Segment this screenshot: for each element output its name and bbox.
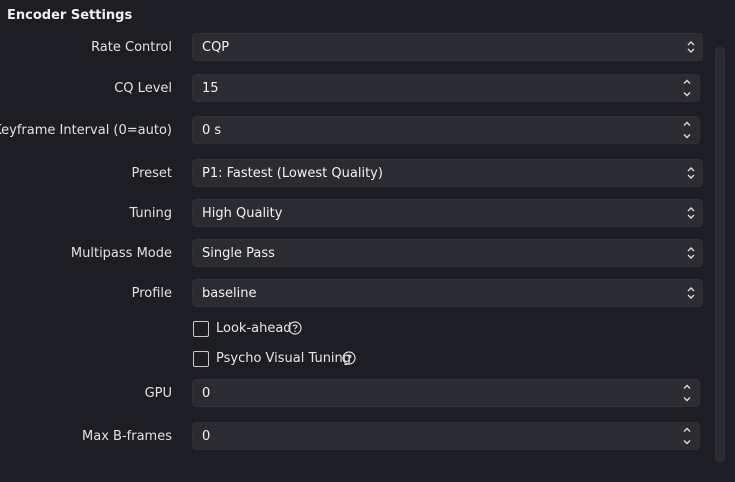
cq-level-row: CQ Level 15	[0, 74, 720, 106]
question-circle-icon[interactable]	[288, 321, 302, 335]
tuning-combobox[interactable]: High Quality	[192, 199, 703, 227]
max-bframes-row: Max B-frames 0	[0, 422, 720, 454]
profile-combobox[interactable]: baseline	[192, 279, 703, 307]
up-down-chevron-icon	[686, 38, 696, 56]
cq-level-spinbox[interactable]: 15	[192, 74, 700, 102]
up-down-chevron-icon	[686, 164, 696, 182]
rate-control-row: Rate Control CQP	[0, 33, 720, 65]
up-down-chevron-icon	[686, 284, 696, 302]
keyframe-interval-spinbox[interactable]: 0 s	[192, 116, 700, 144]
keyframe-interval-value: 0 s	[202, 123, 222, 138]
multipass-mode-label: Multipass Mode	[70, 246, 172, 261]
question-circle-icon[interactable]	[342, 351, 356, 365]
psycho-visual-tuning-checkbox[interactable]	[193, 351, 209, 367]
look-ahead-checkbox[interactable]	[193, 321, 209, 337]
chevron-up-icon[interactable]	[681, 381, 693, 393]
cq-level-spin-buttons	[681, 75, 693, 101]
tuning-row: Tuning High Quality	[0, 199, 720, 231]
gpu-value: 0	[202, 386, 211, 401]
max-bframes-value: 0	[202, 429, 211, 444]
vertical-scrollbar[interactable]	[715, 47, 725, 463]
chevron-up-icon[interactable]	[681, 424, 693, 436]
max-bframes-spinbox[interactable]: 0	[192, 422, 700, 450]
tuning-value: High Quality	[202, 206, 283, 221]
tuning-label: Tuning	[129, 206, 172, 221]
chevron-down-icon[interactable]	[681, 393, 693, 405]
max-bframes-spin-buttons	[681, 423, 693, 449]
look-ahead-label[interactable]: Look-ahead	[216, 320, 292, 338]
profile-value: baseline	[202, 286, 257, 301]
gpu-spinbox[interactable]: 0	[192, 379, 700, 407]
chevron-up-icon[interactable]	[681, 76, 693, 88]
keyframe-interval-row: Keyframe Interval (0=auto) 0 s	[0, 116, 720, 148]
chevron-down-icon[interactable]	[681, 88, 693, 100]
chevron-down-icon[interactable]	[681, 436, 693, 448]
look-ahead-checkbox-row[interactable]: Look-ahead	[193, 320, 313, 340]
chevron-down-icon[interactable]	[681, 130, 693, 142]
keyframe-interval-label: Keyframe Interval (0=auto)	[0, 123, 172, 138]
preset-combobox[interactable]: P1: Fastest (Lowest Quality)	[192, 159, 703, 187]
cq-level-label: CQ Level	[114, 81, 172, 96]
multipass-mode-value: Single Pass	[202, 246, 275, 261]
section-title: Encoder Settings	[7, 8, 133, 23]
psycho-visual-tuning-checkbox-row[interactable]: Psycho Visual Tuning	[193, 350, 363, 370]
preset-value: P1: Fastest (Lowest Quality)	[202, 166, 383, 181]
profile-label: Profile	[131, 286, 172, 301]
profile-row: Profile baseline	[0, 279, 720, 311]
rate-control-label: Rate Control	[91, 40, 172, 55]
preset-label: Preset	[131, 166, 172, 181]
keyframe-interval-spin-buttons	[681, 117, 693, 143]
multipass-mode-row: Multipass Mode Single Pass	[0, 239, 720, 271]
cq-level-value: 15	[202, 81, 219, 96]
max-bframes-label: Max B-frames	[82, 429, 172, 444]
rate-control-value: CQP	[202, 40, 230, 55]
psycho-visual-tuning-label[interactable]: Psycho Visual Tuning	[216, 350, 351, 368]
gpu-label: GPU	[144, 386, 172, 401]
multipass-mode-combobox[interactable]: Single Pass	[192, 239, 703, 267]
gpu-row: GPU 0	[0, 379, 720, 411]
up-down-chevron-icon	[686, 204, 696, 222]
rate-control-combobox[interactable]: CQP	[192, 33, 703, 61]
up-down-chevron-icon	[686, 244, 696, 262]
chevron-up-icon[interactable]	[681, 118, 693, 130]
preset-row: Preset P1: Fastest (Lowest Quality)	[0, 159, 720, 191]
gpu-spin-buttons	[681, 380, 693, 406]
